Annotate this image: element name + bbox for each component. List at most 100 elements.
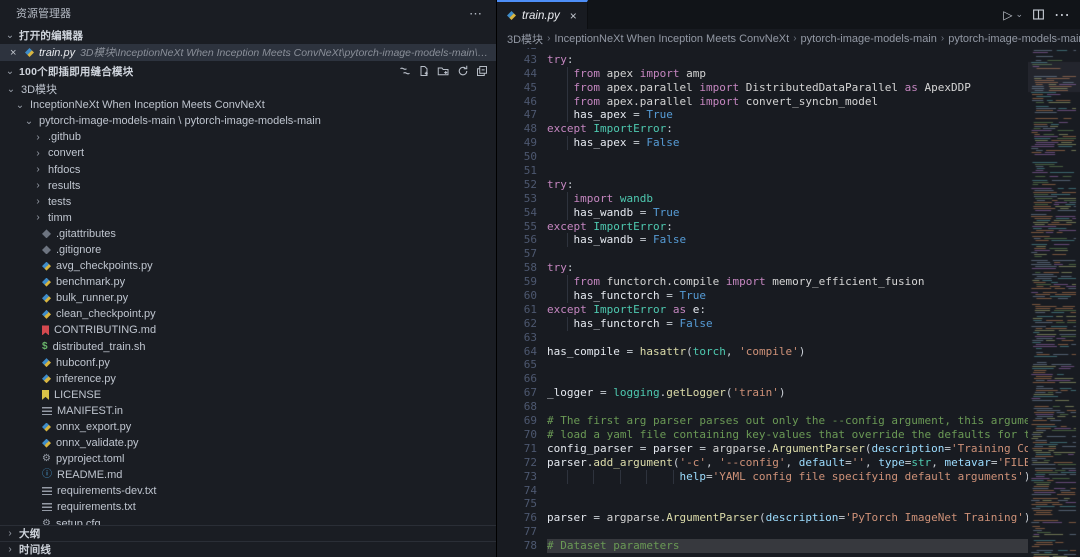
line-number: 61	[497, 303, 537, 317]
tree-item[interactable]: ›hfdocs	[0, 161, 496, 177]
code-line[interactable]: 73 help='YAML config file specifying def…	[497, 470, 1028, 484]
code-line[interactable]: 61except ImportError as e:	[497, 303, 1028, 317]
compare-icon[interactable]	[399, 65, 411, 77]
code-line[interactable]: 72parser.add_argument('-c', '--config', …	[497, 456, 1028, 470]
line-number: 62	[497, 317, 537, 331]
run-dropdown-icon[interactable]: ⌄	[1015, 9, 1023, 20]
open-editor-item[interactable]: × train.py 3D模块\InceptionNeXt When Incep…	[0, 44, 496, 61]
open-editors-header[interactable]: ⌄ 打开的编辑器	[0, 26, 496, 44]
code-line[interactable]: 68	[497, 400, 1028, 414]
code-line[interactable]: 78# Dataset parameters	[497, 539, 1028, 553]
tree-item[interactable]: ⌄pytorch-image-models-main \ pytorch-ima…	[0, 113, 496, 129]
close-icon[interactable]: ×	[10, 47, 20, 59]
code-line[interactable]: 60 has_functorch = True	[497, 289, 1028, 303]
new-file-icon[interactable]	[418, 65, 430, 77]
minimap[interactable]	[1028, 48, 1080, 557]
tab-train-py[interactable]: train.py ×	[497, 0, 588, 29]
code-line[interactable]: 69# The first arg parser parses out only…	[497, 414, 1028, 428]
tree-item[interactable]: ⌄InceptionNeXt When Inception Meets Conv…	[0, 97, 496, 113]
code-line[interactable]: 59 from functorch.compile import memory_…	[497, 275, 1028, 289]
close-tab-icon[interactable]: ×	[570, 9, 577, 23]
tree-item[interactable]: inference.py	[0, 371, 496, 387]
tree-item[interactable]: onnx_export.py	[0, 419, 496, 435]
tree-item[interactable]: onnx_validate.py	[0, 435, 496, 451]
collapse-all-icon[interactable]	[476, 65, 488, 77]
tree-item[interactable]: ⌄3D模块	[0, 81, 496, 97]
code-line[interactable]: 65	[497, 358, 1028, 372]
code-line[interactable]: 44 from apex import amp	[497, 67, 1028, 81]
code-line[interactable]: 67_logger = logging.getLogger('train')	[497, 386, 1028, 400]
refresh-icon[interactable]	[457, 65, 469, 77]
code-line[interactable]: 57	[497, 247, 1028, 261]
tree-item[interactable]: ⓘREADME.md	[0, 467, 496, 483]
tree-item-label: timm	[48, 212, 72, 224]
tree-item[interactable]: CONTRIBUTING.md	[0, 322, 496, 338]
git-file-icon	[42, 229, 51, 238]
code-line[interactable]: 62 has_functorch = False	[497, 317, 1028, 331]
tree-item[interactable]: ⚙pyproject.toml	[0, 451, 496, 467]
tree-item[interactable]: ›results	[0, 178, 496, 194]
editor-group: train.py × ▷ ⌄ ⋯ 3D模块›InceptionNeXt When…	[497, 0, 1080, 557]
tree-item[interactable]: .gitignore	[0, 242, 496, 258]
code-line[interactable]: 48except ImportError:	[497, 122, 1028, 136]
tree-item[interactable]: bulk_runner.py	[0, 290, 496, 306]
timeline-section-header[interactable]: › 时间线	[0, 541, 496, 557]
breadcrumb-item[interactable]: pytorch-image-models-main	[948, 33, 1080, 45]
code-line[interactable]: 47 has_apex = True	[497, 108, 1028, 122]
code-line[interactable]: 76parser = argparse.ArgumentParser(descr…	[497, 511, 1028, 525]
tree-item[interactable]: $distributed_train.sh	[0, 339, 496, 355]
line-number: 43	[497, 53, 537, 67]
run-button[interactable]: ▷	[1003, 8, 1012, 22]
tree-item[interactable]: .gitattributes	[0, 226, 496, 242]
tree-item[interactable]: clean_checkpoint.py	[0, 306, 496, 322]
more-actions-button[interactable]: ⋯	[1054, 5, 1070, 25]
tree-item[interactable]: ⚙setup.cfg	[0, 516, 496, 525]
code-line[interactable]: 49 has_apex = False	[497, 136, 1028, 150]
tree-item[interactable]: hubconf.py	[0, 355, 496, 371]
code-line[interactable]: 45 from apex.parallel import Distributed…	[497, 81, 1028, 95]
code-line[interactable]: 54 has_wandb = True	[497, 206, 1028, 220]
code-line[interactable]: 63	[497, 331, 1028, 345]
code-line[interactable]: 55except ImportError:	[497, 220, 1028, 234]
new-folder-icon[interactable]	[437, 65, 450, 77]
line-number: 57	[497, 247, 537, 261]
tree-item[interactable]: MANIFEST.in	[0, 403, 496, 419]
code-line[interactable]: 74	[497, 484, 1028, 498]
tree-item-label: distributed_train.sh	[53, 341, 146, 353]
views-more-button[interactable]: ⋯	[469, 7, 482, 20]
tree-item[interactable]: ›.github	[0, 129, 496, 145]
breadcrumb-item[interactable]: pytorch-image-models-main	[801, 33, 937, 45]
breadcrumb-item[interactable]: 3D模块	[507, 31, 543, 47]
code-line[interactable]: 66	[497, 372, 1028, 386]
outline-section-header[interactable]: › 大纲	[0, 525, 496, 541]
code-line[interactable]: 52try:	[497, 178, 1028, 192]
code-line[interactable]: 51	[497, 164, 1028, 178]
open-editors-label: 打开的编辑器	[19, 28, 83, 43]
tree-item[interactable]: requirements-dev.txt	[0, 483, 496, 499]
code-line[interactable]: 43try:	[497, 53, 1028, 67]
tree-item[interactable]: ›convert	[0, 145, 496, 161]
code-line[interactable]: 58try:	[497, 261, 1028, 275]
tree-item[interactable]: benchmark.py	[0, 274, 496, 290]
split-editor-button[interactable]	[1032, 8, 1045, 21]
code-editor[interactable]: 4243try:44 from apex import amp45 from a…	[497, 48, 1080, 557]
project-section-header[interactable]: ⌄ 100个即插即用缝合模块	[0, 61, 496, 81]
code-line[interactable]: 64has_compile = hasattr(torch, 'compile'…	[497, 345, 1028, 359]
info-file-icon: ⓘ	[42, 470, 52, 480]
chevron-down-icon: ⌄	[15, 100, 25, 111]
breadcrumb-item[interactable]: InceptionNeXt When Inception Meets ConvN…	[554, 33, 789, 45]
tree-item[interactable]: requirements.txt	[0, 499, 496, 515]
code-line[interactable]: 46 from apex.parallel import convert_syn…	[497, 95, 1028, 109]
code-line[interactable]: 75	[497, 497, 1028, 511]
tree-item[interactable]: avg_checkpoints.py	[0, 258, 496, 274]
tree-item[interactable]: ›timm	[0, 210, 496, 226]
code-line[interactable]: 56 has_wandb = False	[497, 233, 1028, 247]
tree-item[interactable]: ›tests	[0, 194, 496, 210]
code-line[interactable]: 53 import wandb	[497, 192, 1028, 206]
tree-item[interactable]: LICENSE	[0, 387, 496, 403]
code-line[interactable]: 77	[497, 525, 1028, 539]
line-number: 72	[497, 456, 537, 470]
code-line[interactable]: 70# load a yaml file containing key-valu…	[497, 428, 1028, 442]
code-line[interactable]: 71config_parser = parser = argparse.Argu…	[497, 442, 1028, 456]
code-line[interactable]: 50	[497, 150, 1028, 164]
